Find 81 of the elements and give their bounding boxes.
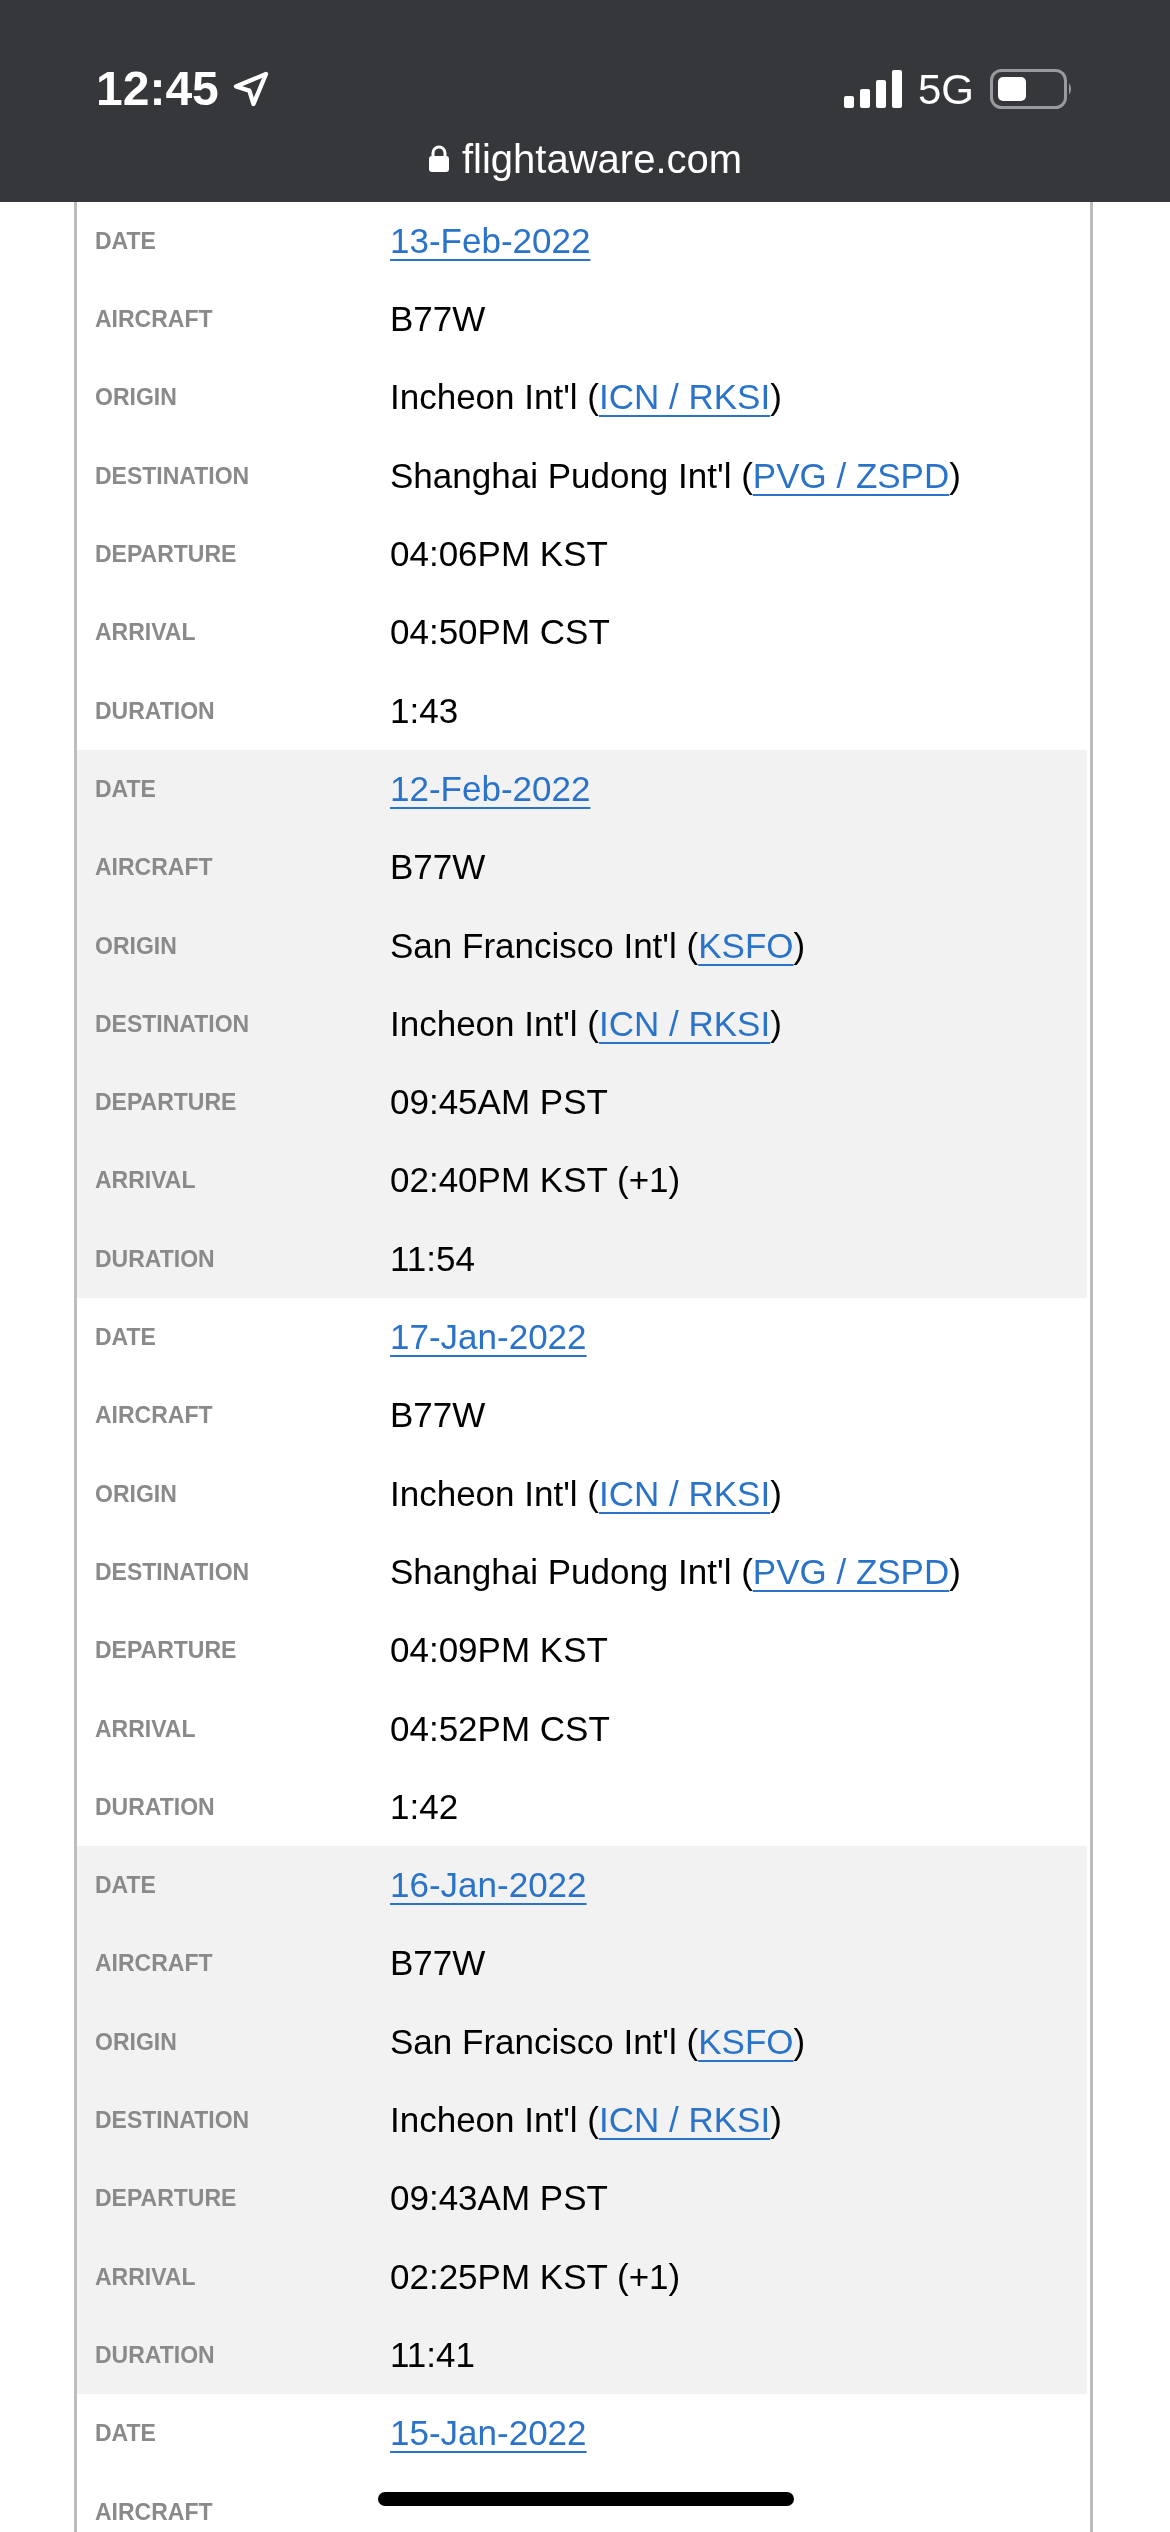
field-label: DURATION (94, 696, 216, 726)
field-label: DEPARTURE (94, 1636, 238, 1666)
value-text: Shanghai Pudong Int'l ( (390, 1550, 753, 1593)
field-label: DATE (94, 2419, 157, 2449)
field-label: DEPARTURE (94, 540, 238, 570)
airport-link[interactable]: ICN / RKSI (599, 1467, 771, 1521)
airport-link[interactable]: 12-Feb-2022 (390, 762, 591, 816)
value-text: ) (770, 1472, 782, 1515)
value-text: Incheon Int'l ( (390, 1002, 600, 1045)
airport-link[interactable]: PVG / ZSPD (752, 1545, 950, 1599)
value-text: Incheon Int'l ( (390, 376, 600, 419)
field-label: ARRIVAL (94, 1714, 197, 1744)
value-text: B77W (390, 1394, 486, 1437)
field-label: ARRIVAL (94, 2262, 197, 2292)
value-text: 04:50PM CST (390, 611, 610, 654)
field-label: AIRCRAFT (94, 853, 214, 883)
field-label: DESTINATION (94, 1009, 251, 1039)
airport-link[interactable]: PVG / ZSPD (752, 449, 950, 503)
value-text: 04:52PM CST (390, 1707, 610, 1750)
value-text: ) (949, 1550, 961, 1593)
value-text: 04:09PM KST (390, 1629, 608, 1672)
network-type: 5G (917, 64, 974, 115)
field-label: DEPARTURE (94, 2184, 238, 2214)
airport-link[interactable]: 16-Jan-2022 (390, 1859, 587, 1912)
field-label: AIRCRAFT (94, 1401, 214, 1431)
value-text: Incheon Int'l ( (390, 1472, 600, 1515)
airport-link[interactable]: ICN / RKSI (599, 2094, 771, 2147)
field-label: ORIGIN (94, 931, 178, 961)
value-text: B77W (390, 298, 486, 341)
value-text: 02:40PM KST (+1) (390, 1159, 681, 1202)
value-text: San Francisco Int'l ( (390, 2020, 699, 2063)
value-text: 09:45AM PST (390, 1081, 608, 1124)
airport-link[interactable]: ICN / RKSI (599, 371, 771, 424)
field-label: DATE (94, 774, 157, 804)
field-label: DATE (94, 1871, 157, 1901)
value-text: 09:43AM PST (390, 2177, 608, 2220)
field-label: DESTINATION (94, 2106, 251, 2135)
field-label: ARRIVAL (94, 1166, 197, 1196)
signal-icon (843, 70, 902, 108)
value-text: B77W (390, 1942, 486, 1985)
value-text: ) (793, 2020, 806, 2063)
value-text: Shanghai Pudong Int'l ( (390, 454, 753, 497)
status-time: 12:45 (96, 61, 219, 117)
value-text: 1:42 (390, 1785, 459, 1828)
field-label: ARRIVAL (94, 618, 197, 648)
value-text: ) (770, 376, 782, 419)
field-label: ORIGIN (94, 383, 178, 413)
field-label: DESTINATION (94, 1557, 251, 1587)
airport-link[interactable]: KSFO (698, 919, 794, 973)
airport-link[interactable]: ICN / RKSI (599, 997, 771, 1051)
field-label: ORIGIN (94, 1479, 178, 1509)
field-label: AIRCRAFT (94, 305, 214, 335)
field-label: AIRCRAFT (94, 1949, 214, 1979)
airport-link[interactable]: 13-Feb-2022 (390, 214, 591, 268)
field-label: DEPARTURE (94, 1088, 238, 1118)
value-text: 11:41 (390, 2333, 475, 2376)
field-label: DESTINATION (94, 461, 251, 491)
value-text: ) (770, 1002, 782, 1045)
value-text: 04:06PM KST (390, 533, 608, 576)
field-label: ORIGIN (94, 2027, 178, 2057)
value-text: ) (949, 454, 961, 497)
value-text: ) (793, 924, 806, 967)
value-text: Incheon Int'l ( (390, 2099, 600, 2141)
field-label: AIRCRAFT (94, 2497, 214, 2527)
value-text: 1:43 (390, 689, 459, 732)
field-label: DATE (94, 1323, 157, 1353)
field-label: DURATION (94, 1792, 216, 1822)
airport-link[interactable]: 15-Jan-2022 (390, 2407, 587, 2460)
value-text: 02:25PM KST (+1) (390, 2255, 681, 2298)
url-text: flightaware.com (461, 136, 743, 183)
value-text: San Francisco Int'l ( (390, 924, 699, 967)
value-text: 11:54 (390, 1237, 475, 1280)
field-label: DURATION (94, 2340, 216, 2370)
airport-link[interactable]: KSFO (698, 2015, 794, 2069)
field-label: DATE (94, 226, 157, 256)
lock-icon (427, 145, 450, 173)
field-label: DURATION (94, 1244, 216, 1274)
battery-icon (990, 69, 1074, 109)
value-text: B77W (390, 846, 486, 889)
airport-link[interactable]: 17-Jan-2022 (390, 1311, 587, 1364)
value-text: ) (770, 2099, 782, 2141)
